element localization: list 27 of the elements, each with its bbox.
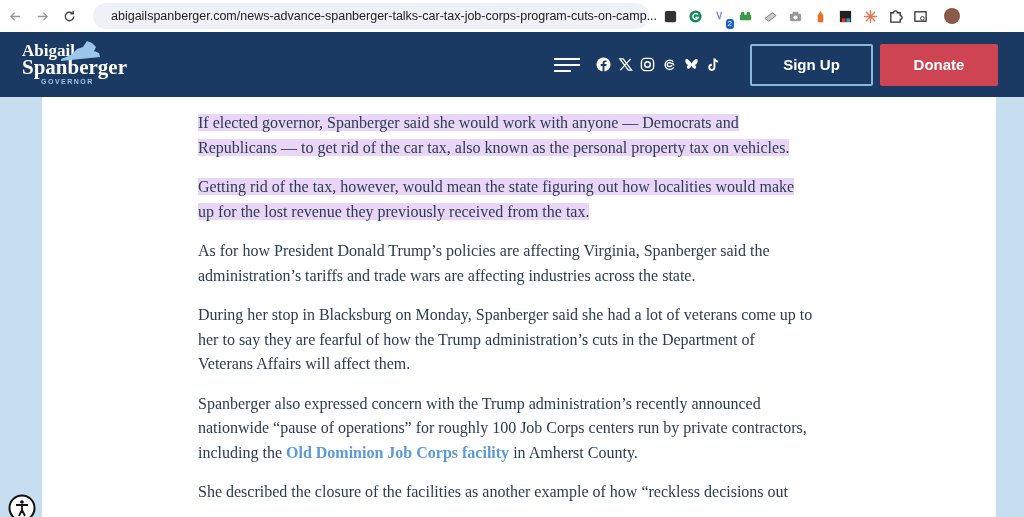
facebook-icon[interactable] [596,57,611,72]
accessibility-icon[interactable] [8,494,36,517]
threads-icon[interactable] [662,57,677,72]
logo-text: Spanberger [22,58,127,77]
paragraph: She described the closure of the facilities as another example of how “reckless decisions out [198,482,790,503]
reload-icon[interactable] [62,8,77,24]
avatar[interactable] [944,8,960,24]
paragraph: Spanberger also expressed concern with the Trump administration’s recently announced nationwide “pause of operations” for roughly 100 Job Corps centers run by private contractors, including the Old Dominion Job Corps facility in Amherst County. [198,393,808,464]
paragraph: As for how President Donald Trump’s policies are affecting Virginia, Spanberger said the administration’s tariffs and trade wars are affecting industries across the state. [198,241,771,287]
extension-icon[interactable] [838,8,853,24]
menu-icon[interactable] [553,57,581,72]
paragraph: Getting rid of the tax, however, would mean the state figuring out how localities would make up for the lost revenue they previously received from the tax. [198,177,796,223]
tiktok-icon[interactable] [706,57,721,72]
paragraph: If elected governor, Spanberger said she would work with anyone — Democrats and Republicans — to get rid of the car tax, also known as the personal property tax on vehicles. [198,113,791,159]
x-icon[interactable] [618,57,633,72]
logo-text: Abigail [22,43,75,58]
search-panel-icon[interactable] [913,8,928,24]
instagram-icon[interactable] [640,57,655,72]
sparkle-icon[interactable] [863,8,878,24]
extension-icon[interactable] [663,8,678,24]
butterfly-icon[interactable] [684,57,699,72]
sign-up-button[interactable]: Sign Up [750,43,873,86]
notification-badge: 2 [725,18,734,29]
puzzle-icon[interactable] [888,8,903,24]
donate-button[interactable]: Donate [880,43,998,86]
url-text: abigailspanberger.com/news-advance-spanberger-talks-car-tax-job-corps-program-cuts-on-camp... [111,9,658,23]
paragraph: During her stop in Blacksburg on Monday, Spanberger said she had a lot of veterans come up to her to say they are fearful of how the Trump administration’s cuts in the Department of Veterans Affairs will affect them. [198,305,813,374]
